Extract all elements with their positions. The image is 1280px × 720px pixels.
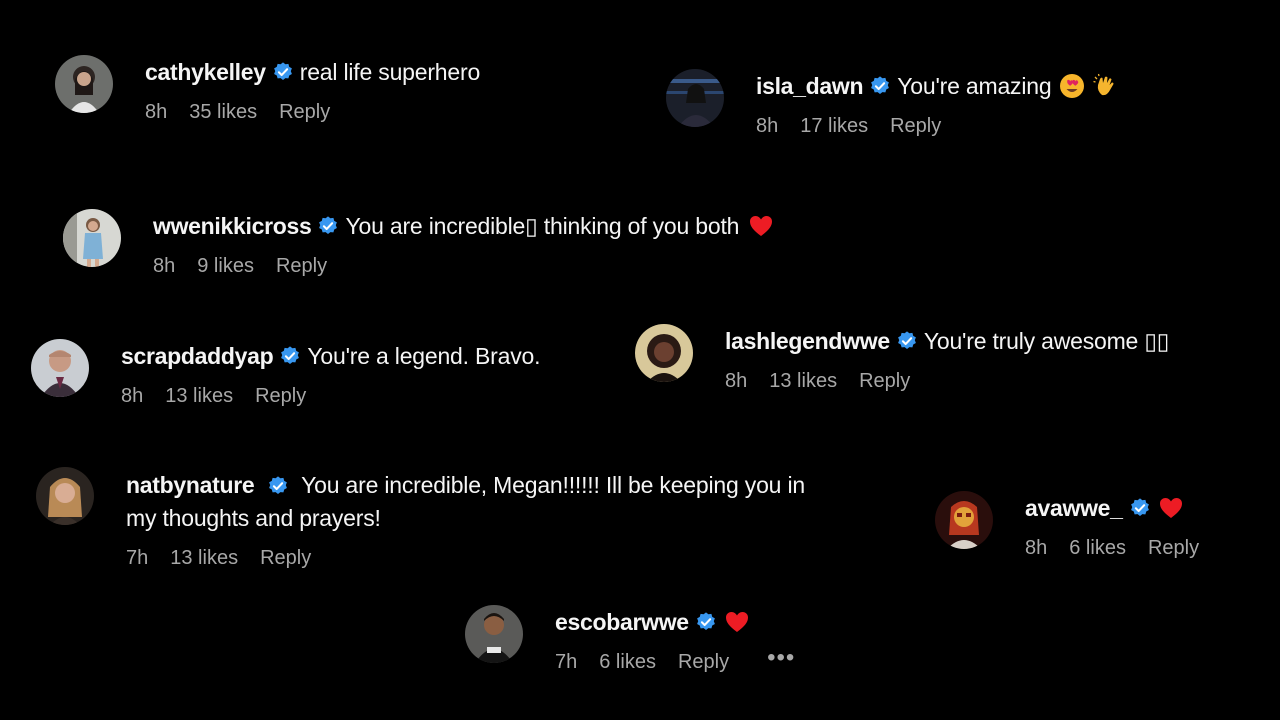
likes-count[interactable]: 6 likes	[599, 649, 656, 675]
verified-badge-icon	[1129, 497, 1151, 519]
avatar[interactable]	[55, 55, 113, 113]
clapping-hands-emoji-icon	[1093, 73, 1119, 99]
username[interactable]: scrapdaddyap	[121, 341, 274, 371]
reply-button[interactable]: Reply	[279, 99, 330, 125]
verified-badge-icon	[869, 75, 891, 97]
heart-eyes-emoji-icon	[1059, 73, 1085, 99]
avatar[interactable]	[63, 209, 121, 267]
avatar[interactable]	[36, 467, 94, 525]
comment-text: You're a legend. Bravo.	[307, 343, 541, 369]
likes-count[interactable]: 13 likes	[165, 383, 233, 409]
comment-text: You're truly awesome ▯▯	[923, 328, 1170, 354]
reply-button[interactable]: Reply	[1148, 535, 1199, 561]
likes-count[interactable]: 9 likes	[197, 253, 254, 279]
comment-text: You're amazing	[897, 73, 1052, 99]
avatar[interactable]	[465, 605, 523, 663]
comment-time: 8h	[153, 255, 176, 277]
reply-button[interactable]: Reply	[255, 383, 306, 409]
username[interactable]: cathykelley	[145, 57, 266, 87]
red-heart-icon	[725, 611, 749, 633]
username[interactable]: lashlegendwwe	[725, 326, 890, 356]
verified-badge-icon	[317, 215, 339, 237]
likes-count[interactable]: 13 likes	[170, 545, 238, 571]
username[interactable]: isla_dawn	[756, 71, 864, 101]
comment-time: 8h	[756, 115, 779, 137]
avatar[interactable]	[666, 69, 724, 127]
likes-count[interactable]: 17 likes	[800, 113, 868, 139]
avatar[interactable]	[935, 491, 993, 549]
likes-count[interactable]: 6 likes	[1069, 535, 1126, 561]
verified-badge-icon	[272, 61, 294, 83]
username[interactable]: escobarwwe	[555, 607, 689, 637]
reply-button[interactable]: Reply	[276, 253, 327, 279]
likes-count[interactable]: 35 likes	[189, 99, 257, 125]
comment-time: 8h	[725, 370, 748, 392]
verified-badge-icon	[279, 345, 301, 367]
verified-badge-icon	[695, 611, 717, 633]
comment-time: 7h	[555, 651, 578, 673]
comment-text: real life superhero	[299, 59, 481, 85]
reply-button[interactable]: Reply	[859, 368, 910, 394]
verified-badge-icon	[267, 475, 289, 497]
avatar[interactable]	[635, 324, 693, 382]
comment-time: 8h	[145, 101, 168, 123]
reply-button[interactable]: Reply	[678, 649, 729, 675]
reply-button[interactable]: Reply	[260, 545, 311, 571]
more-options-icon[interactable]: •••	[767, 645, 795, 671]
red-heart-icon	[749, 215, 773, 237]
comment-time: 8h	[121, 385, 144, 407]
username[interactable]: avawwe_	[1025, 493, 1123, 523]
comment-time: 8h	[1025, 537, 1048, 559]
red-heart-icon	[1159, 497, 1183, 519]
comment-time: 7h	[126, 547, 149, 569]
username[interactable]: natbynature	[126, 472, 255, 498]
username[interactable]: wwenikkicross	[153, 211, 312, 241]
comment-text: You are incredible▯ thinking of you both	[345, 213, 740, 239]
likes-count[interactable]: 13 likes	[769, 368, 837, 394]
reply-button[interactable]: Reply	[890, 113, 941, 139]
verified-badge-icon	[896, 330, 918, 352]
avatar[interactable]	[31, 339, 89, 397]
